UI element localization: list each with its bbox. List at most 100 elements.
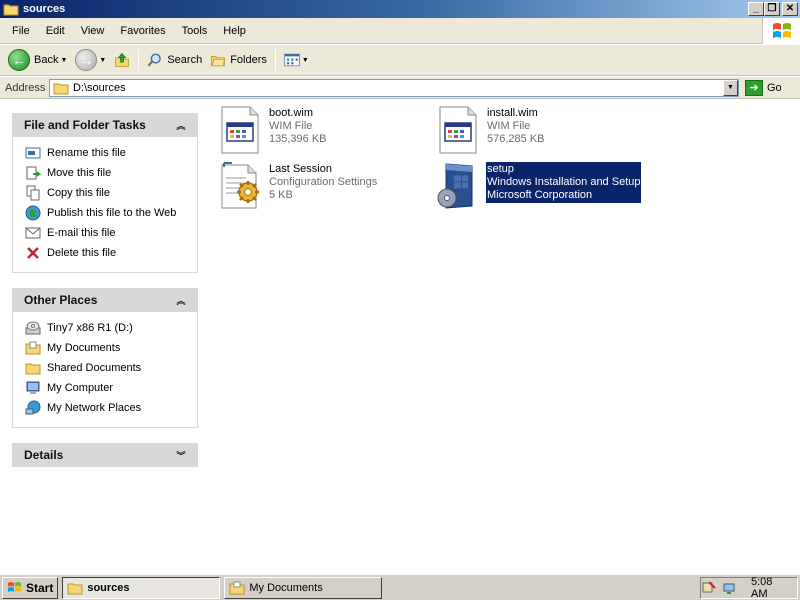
folder-icon <box>3 1 19 17</box>
file-size: 135,396 KB <box>269 133 327 145</box>
folder-icon <box>53 80 69 96</box>
place-shared-documents[interactable]: Shared Documents <box>25 358 197 378</box>
task-rename-file[interactable]: Rename this file <box>25 143 197 163</box>
taskbar-item-label: My Documents <box>249 581 323 594</box>
task-label: Rename this file <box>47 147 126 159</box>
file-size: 576,285 KB <box>487 133 545 145</box>
wim-file-icon <box>221 106 259 154</box>
up-folder-icon <box>114 52 130 68</box>
file-item-last-session[interactable]: Last Session Configuration Settings 5 KB <box>218 162 378 210</box>
address-label: Address <box>5 81 46 94</box>
shared-folder-icon <box>25 360 41 376</box>
views-button[interactable]: ▼ <box>280 47 313 73</box>
place-label: My Computer <box>47 382 114 394</box>
file-item-setup[interactable]: setup Windows Installation and Setup Mic… <box>436 162 642 210</box>
menu-favorites[interactable]: Favorites <box>112 25 173 37</box>
address-dropdown-button[interactable]: ▼ <box>723 79 738 96</box>
place-label: My Documents <box>47 342 121 354</box>
tray-network-icon[interactable] <box>721 580 737 596</box>
task-pane: File and Folder Tasks ︽ Rename this file… <box>0 100 210 572</box>
place-my-documents[interactable]: My Documents <box>25 338 197 358</box>
file-company: Microsoft Corporation <box>487 189 593 201</box>
menu-bar: File Edit View Favorites Tools Help <box>0 18 800 44</box>
file-name: Last Session <box>269 163 332 175</box>
other-places-panel: Other Places ︽ Tiny7 x86 R1 (D:) My Docu… <box>12 288 198 428</box>
file-item-boot-wim[interactable]: boot.wim WIM File 135,396 KB <box>218 106 328 154</box>
my-computer-icon <box>25 380 41 396</box>
toolbar-separator <box>138 49 140 71</box>
details-panel: Details ︾ <box>12 443 198 467</box>
collapse-chevron-icon[interactable]: ︽ <box>174 118 188 132</box>
address-value: D:\sources <box>73 81 126 94</box>
publish-web-icon <box>25 205 41 221</box>
place-cd-drive[interactable]: Tiny7 x86 R1 (D:) <box>25 318 197 338</box>
file-label: Last Session Configuration Settings 5 KB <box>268 162 378 203</box>
task-label: Delete this file <box>47 247 117 259</box>
toolbar: ← Back ▼ → ▼ Search Folders ▼ <box>0 45 800 76</box>
collapse-chevron-icon[interactable]: ︽ <box>174 293 188 307</box>
copy-icon <box>25 185 41 201</box>
place-label: Shared Documents <box>47 362 142 374</box>
task-label: Publish this file to the Web <box>47 207 177 219</box>
place-network-places[interactable]: My Network Places <box>25 398 197 418</box>
chevron-down-icon[interactable]: ▼ <box>302 57 309 64</box>
file-item-install-wim[interactable]: install.wim WIM File 576,285 KB <box>436 106 546 154</box>
menu-tools[interactable]: Tools <box>174 25 216 37</box>
back-label: Back <box>34 54 59 66</box>
file-type: Windows Installation and Setup <box>487 176 641 188</box>
place-label: My Network Places <box>47 402 142 414</box>
task-move-file[interactable]: Move this file <box>25 163 197 183</box>
views-icon <box>284 52 300 68</box>
start-button[interactable]: Start <box>2 576 59 599</box>
up-folder-button[interactable] <box>110 47 134 73</box>
task-copy-file[interactable]: Copy this file <box>25 183 197 203</box>
panel-title: Details <box>24 448 64 462</box>
chevron-down-icon[interactable]: ▼ <box>99 57 106 64</box>
file-type: WIM File <box>269 120 313 132</box>
other-places-header[interactable]: Other Places ︽ <box>12 288 198 312</box>
file-label: boot.wim WIM File 135,396 KB <box>268 106 328 147</box>
chevron-down-icon[interactable]: ▼ <box>60 57 67 64</box>
restore-button[interactable]: ❐ <box>764 2 780 16</box>
task-publish-web[interactable]: Publish this file to the Web <box>25 203 197 223</box>
go-button[interactable]: ➔ Go <box>745 79 782 96</box>
file-list-view[interactable]: boot.wim WIM File 135,396 KB install.wim… <box>210 100 800 572</box>
task-email-file[interactable]: E-mail this file <box>25 223 197 243</box>
rename-icon <box>25 145 41 161</box>
wim-file-icon <box>439 106 477 154</box>
expand-chevron-icon[interactable]: ︾ <box>174 448 188 462</box>
folders-button[interactable]: Folders <box>206 47 271 73</box>
task-delete-file[interactable]: Delete this file <box>25 243 197 263</box>
cd-drive-icon <box>25 320 41 336</box>
search-button[interactable]: Search <box>143 47 206 73</box>
tray-status-icon[interactable] <box>701 580 717 596</box>
menu-edit[interactable]: Edit <box>38 25 73 37</box>
my-documents-icon <box>25 340 41 356</box>
close-button[interactable]: ✕ <box>782 2 798 16</box>
file-size: 5 KB <box>269 189 293 201</box>
minimize-button[interactable]: _ <box>748 2 764 16</box>
file-label: install.wim WIM File 576,285 KB <box>486 106 546 147</box>
email-icon <box>25 225 41 241</box>
panel-title: Other Places <box>24 293 98 307</box>
title-bar[interactable]: sources _ ❐ ✕ <box>0 0 800 18</box>
file-folder-tasks-header[interactable]: File and Folder Tasks ︽ <box>12 113 198 137</box>
menu-view[interactable]: View <box>73 25 113 37</box>
system-tray: 5:08 AM <box>700 576 798 600</box>
task-label: E-mail this file <box>47 227 116 239</box>
forward-button[interactable]: → ▼ <box>71 47 110 73</box>
taskbar-item-my-documents[interactable]: My Documents <box>224 576 383 599</box>
forward-arrow-icon: → <box>75 49 98 71</box>
folder-icon <box>67 580 83 596</box>
file-label-selected: setup Windows Installation and Setup Mic… <box>486 162 642 203</box>
file-type: WIM File <box>487 120 531 132</box>
menu-file[interactable]: File <box>4 25 38 37</box>
back-button[interactable]: ← Back ▼ <box>4 47 71 73</box>
address-input[interactable]: D:\sources ▼ <box>49 78 739 97</box>
details-header[interactable]: Details ︾ <box>12 443 198 467</box>
menu-help[interactable]: Help <box>215 25 254 37</box>
taskbar-item-sources[interactable]: sources <box>62 576 221 599</box>
folders-label: Folders <box>230 54 267 66</box>
clock[interactable]: 5:08 AM <box>751 576 787 600</box>
place-my-computer[interactable]: My Computer <box>25 378 197 398</box>
